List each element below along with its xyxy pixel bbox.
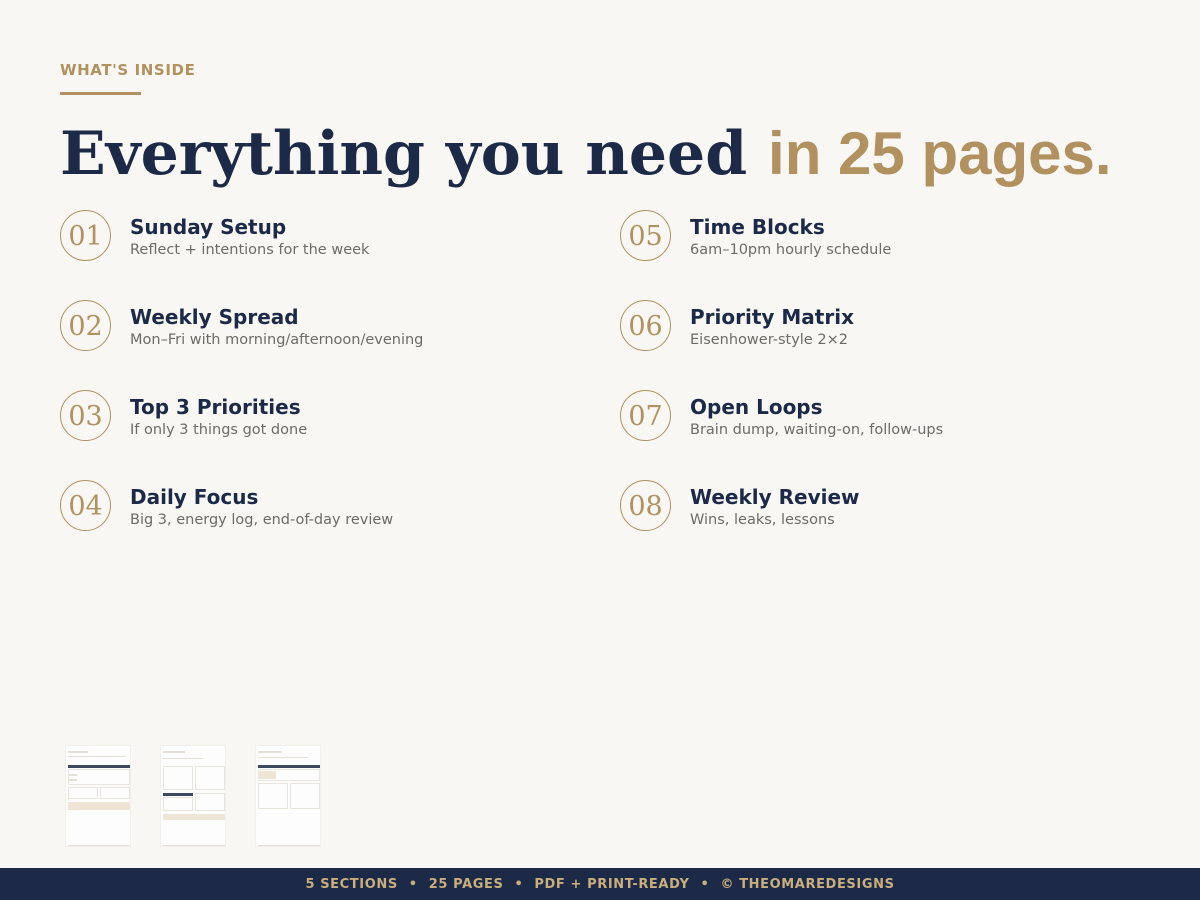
feature-number-badge: 04 xyxy=(60,480,111,531)
feature-title: Top 3 Priorities xyxy=(130,395,301,419)
feature-title: Weekly Review xyxy=(690,485,860,509)
feature-item: 02 Weekly Spread Mon–Fri with morning/af… xyxy=(60,300,540,356)
footer-item-sections: 5 SECTIONS xyxy=(305,876,398,892)
feature-number-badge: 07 xyxy=(620,390,671,441)
feature-number-badge: 08 xyxy=(620,480,671,531)
feature-number-badge: 05 xyxy=(620,210,671,261)
feature-title: Time Blocks xyxy=(690,215,825,239)
eyebrow-underline xyxy=(60,92,141,95)
footer-bar: 5 SECTIONS • 25 PAGES • PDF + PRINT-READ… xyxy=(0,868,1200,900)
feature-title: Daily Focus xyxy=(130,485,259,509)
feature-item: 08 Weekly Review Wins, leaks, lessons xyxy=(620,480,1100,536)
feature-title: Sunday Setup xyxy=(130,215,287,239)
footer-item-copyright: © THEOMAREDESIGNS xyxy=(720,876,895,892)
feature-title: Open Loops xyxy=(690,395,823,419)
feature-description: Reflect + intentions for the week xyxy=(130,242,370,258)
feature-item: 07 Open Loops Brain dump, waiting-on, fo… xyxy=(620,390,1100,446)
feature-item: 04 Daily Focus Big 3, energy log, end-of… xyxy=(60,480,540,536)
feature-description: Wins, leaks, lessons xyxy=(690,512,835,528)
section-eyebrow: WHAT'S INSIDE xyxy=(60,61,196,79)
feature-item: 06 Priority Matrix Eisenhower-style 2×2 xyxy=(620,300,1100,356)
footer-separator: • xyxy=(514,876,524,892)
page-thumbnail xyxy=(65,745,131,847)
feature-description: Mon–Fri with morning/afternoon/evening xyxy=(130,332,424,348)
feature-title: Weekly Spread xyxy=(130,305,299,329)
feature-item: 03 Top 3 Priorities If only 3 things got… xyxy=(60,390,540,446)
feature-number-badge: 02 xyxy=(60,300,111,351)
feature-description: Big 3, energy log, end-of-day review xyxy=(130,512,394,528)
page: WHAT'S INSIDE Everything you need in 25 … xyxy=(0,0,1200,900)
feature-description: Brain dump, waiting-on, follow-ups xyxy=(690,422,944,438)
footer-item-pages: 25 PAGES xyxy=(428,876,504,892)
feature-description: If only 3 things got done xyxy=(130,422,308,438)
footer-separator: • xyxy=(408,876,418,892)
page-thumbnail xyxy=(255,745,321,847)
feature-number-badge: 03 xyxy=(60,390,111,441)
headline-part-1: Everything you need xyxy=(60,119,769,189)
feature-description: Eisenhower-style 2×2 xyxy=(690,332,848,348)
page-headline: Everything you need in 25 pages. xyxy=(60,118,1112,190)
feature-item: 05 Time Blocks 6am–10pm hourly schedule xyxy=(620,210,1100,266)
footer-item-format: PDF + PRINT-READY xyxy=(534,876,690,892)
headline-part-2: in 25 pages. xyxy=(768,120,1112,187)
feature-description: 6am–10pm hourly schedule xyxy=(690,242,892,258)
footer-separator: • xyxy=(700,876,710,892)
feature-number-badge: 06 xyxy=(620,300,671,351)
page-thumbnail xyxy=(160,745,226,847)
feature-title: Priority Matrix xyxy=(690,305,854,329)
feature-item: 01 Sunday Setup Reflect + intentions for… xyxy=(60,210,540,266)
feature-number-badge: 01 xyxy=(60,210,111,261)
